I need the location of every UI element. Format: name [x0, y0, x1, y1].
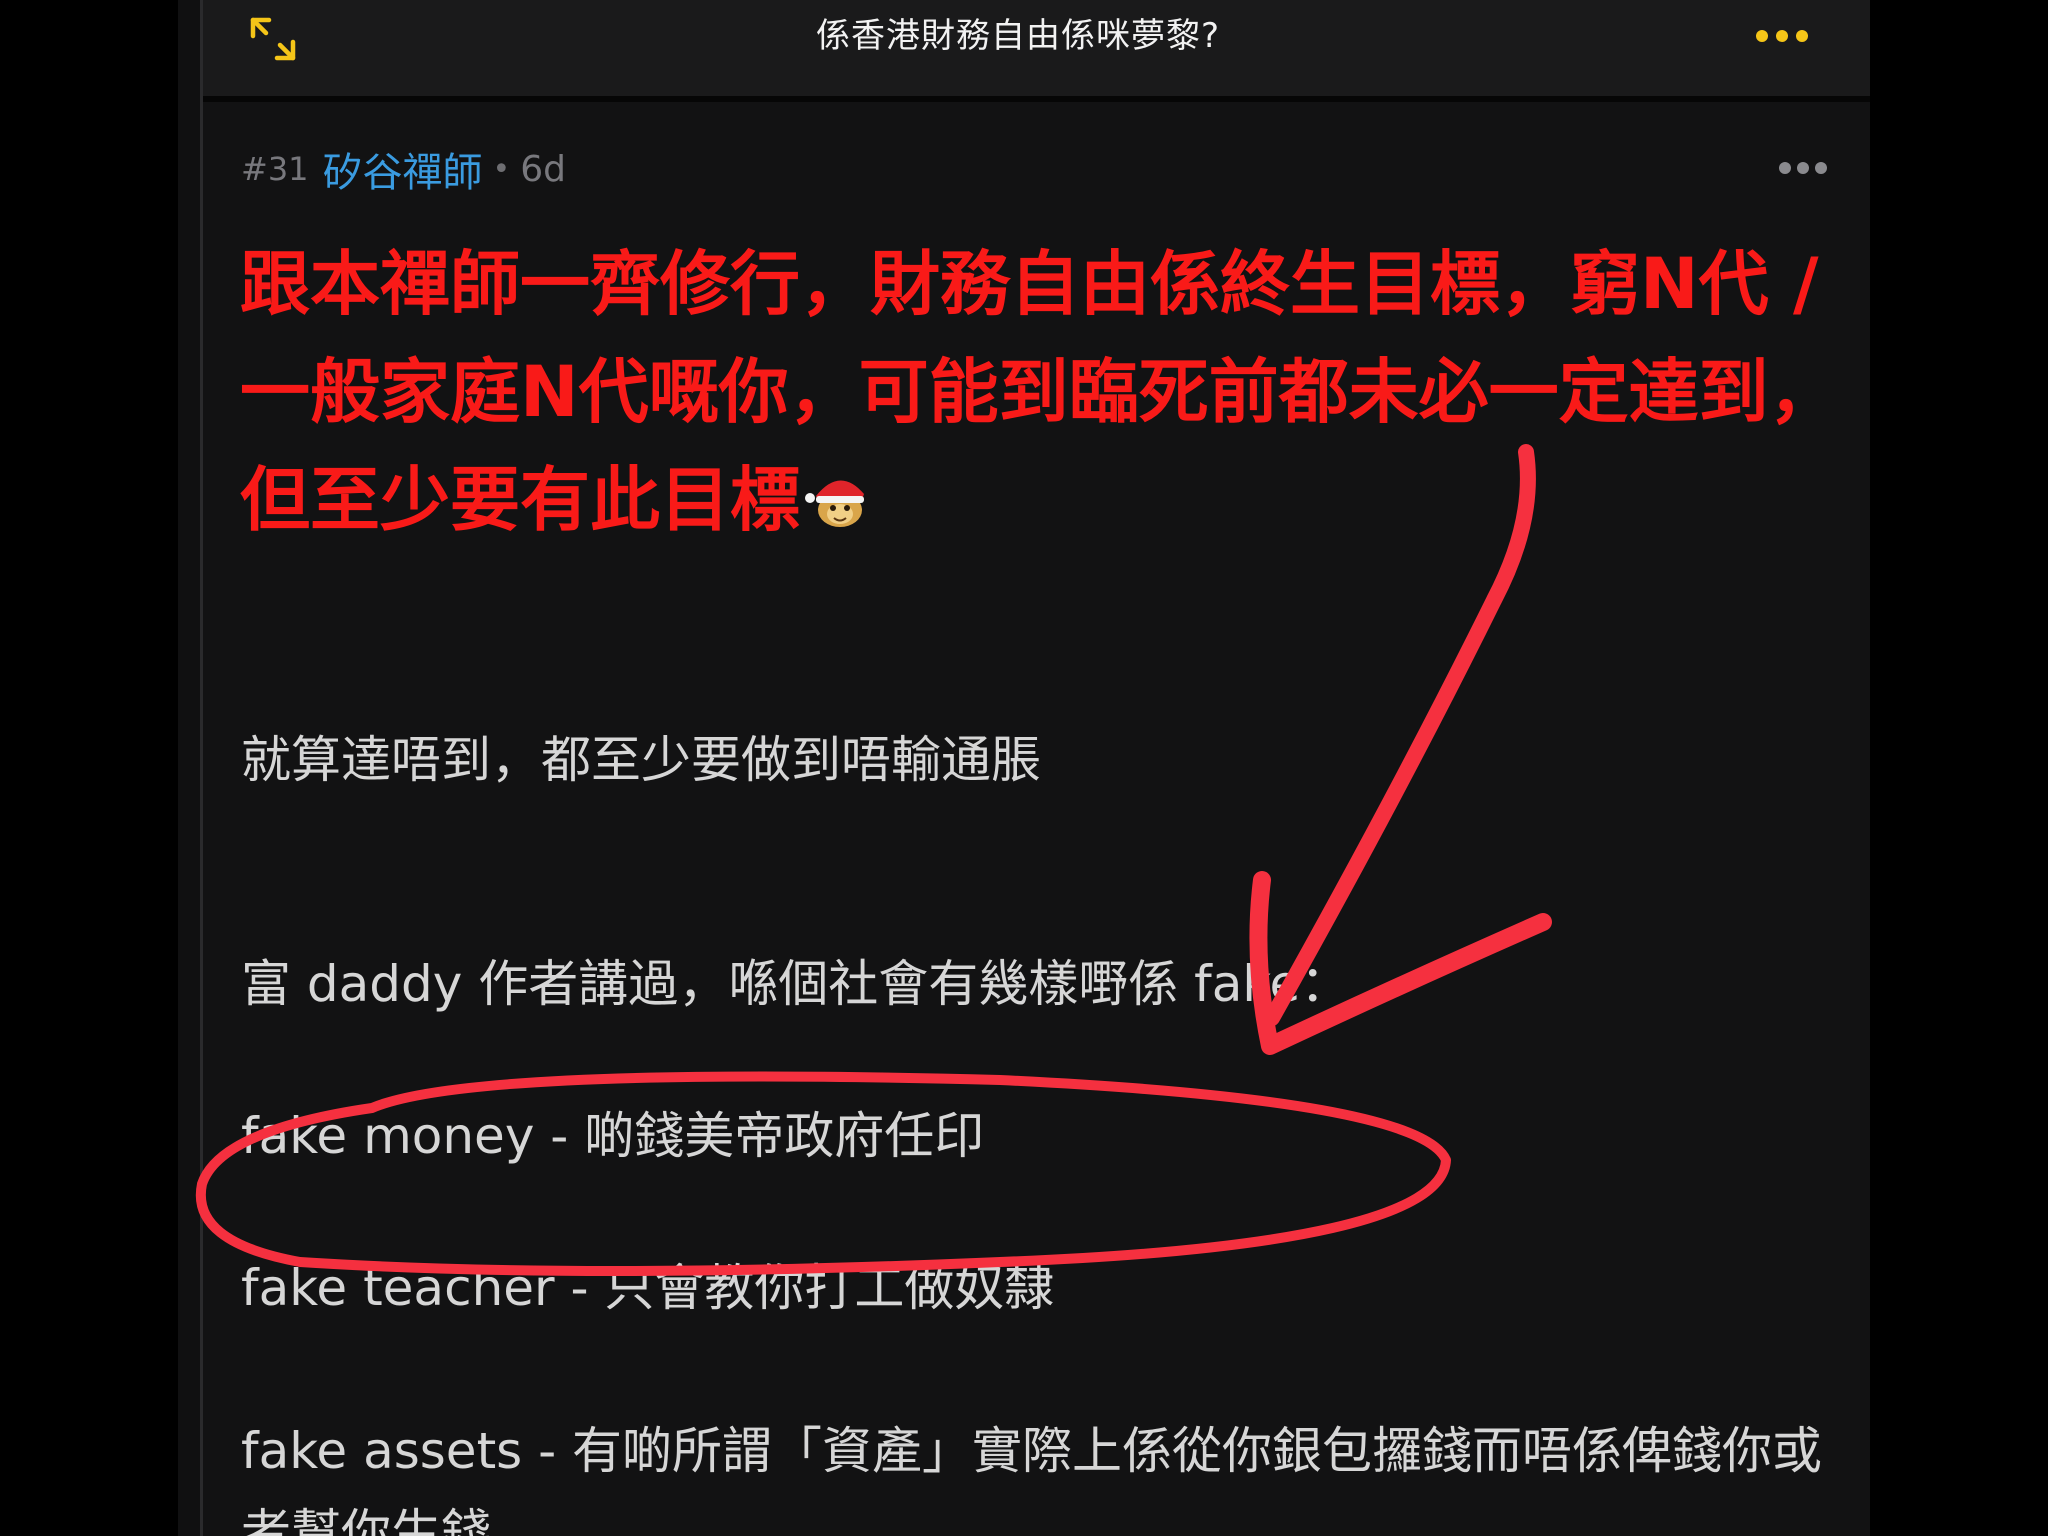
paragraph-1: 就算達唔到，都至少要做到唔輸通脹: [241, 731, 1041, 789]
more-dots-icon[interactable]: [1754, 28, 1810, 44]
thread-header: 係香港財務自由係咪夢黎?: [203, 0, 1870, 102]
thread-title: 係香港財務自由係咪夢黎?: [203, 14, 1833, 58]
post-more-icon[interactable]: [1777, 160, 1829, 176]
post-meta: #31 矽谷禪師 • 6d: [241, 144, 566, 197]
paragraph-2: 富 daddy 作者講過，喺個社會有幾樣嘢係 fake：: [241, 955, 1351, 1013]
santa-monkey-emoji: [800, 452, 874, 527]
highlight-text-content: 跟本禪師一齊修行，財務自由係終生目標，窮N代 / 一般家庭N代嘅你，可能到臨死前…: [240, 243, 1839, 541]
highlight-text: 跟本禪師一齊修行，財務自由係終生目標，窮N代 / 一般家庭N代嘅你，可能到臨死前…: [240, 230, 1880, 554]
paragraph-4: fake teacher - 只會教你打工做奴隸: [241, 1259, 1055, 1317]
paragraph-5: fake assets - 有啲所謂「資產」實際上係從你銀包攞錢而唔係俾錢你或者…: [241, 1422, 1823, 1536]
post-age: 6d: [520, 148, 566, 190]
post-number: #31: [241, 150, 309, 188]
thread-title-text: 係香港財務自由係咪夢黎?: [815, 16, 1221, 56]
post-reply: #31 矽谷禪師 • 6d 跟本禪師一齊修行，財務自由係終生目標，窮N代 / 一…: [203, 102, 1870, 1536]
post-username[interactable]: 矽谷禪師: [323, 140, 483, 198]
paragraph-3: fake money - 啲錢美帝政府任印: [241, 1107, 985, 1165]
meta-separator: •: [492, 151, 511, 187]
